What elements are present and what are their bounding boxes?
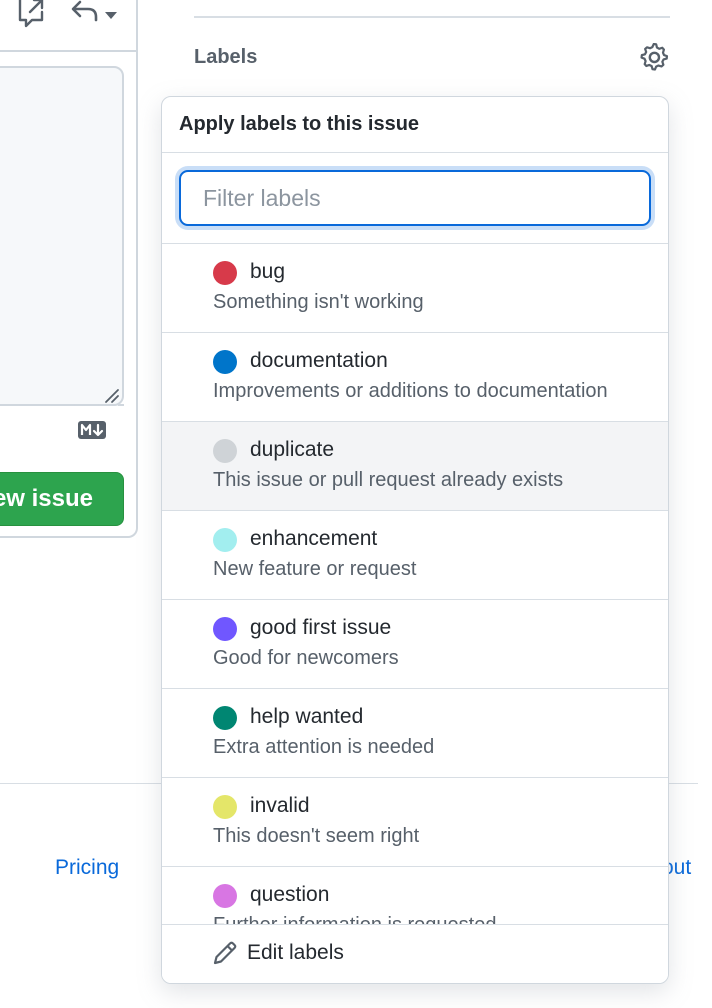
label-item[interactable]: duplicate This issue or pull request alre… bbox=[162, 422, 668, 511]
label-name: duplicate bbox=[250, 438, 335, 461]
dropdown-title: Apply labels to this issue bbox=[162, 97, 668, 153]
label-description: This doesn't seem right bbox=[213, 825, 420, 847]
label-item[interactable]: invalid This doesn't seem right bbox=[162, 778, 668, 867]
label-color-swatch bbox=[213, 350, 237, 374]
labels-dropdown: Apply labels to this issue bug Something … bbox=[161, 96, 669, 984]
label-color-swatch bbox=[213, 795, 237, 819]
label-description: New feature or request bbox=[213, 558, 417, 580]
label-item[interactable]: question Further information is requested bbox=[162, 867, 668, 925]
triangle-down-icon[interactable] bbox=[104, 8, 118, 26]
label-item[interactable]: documentation Improvements or additions t… bbox=[162, 333, 668, 422]
label-name: question bbox=[250, 883, 330, 906]
label-name: good first issue bbox=[250, 616, 392, 639]
label-description: Extra attention is needed bbox=[213, 736, 435, 758]
label-color-swatch bbox=[213, 528, 237, 552]
filter-wrapper bbox=[162, 153, 668, 244]
comment-textarea[interactable] bbox=[0, 66, 124, 406]
reply-icon[interactable] bbox=[70, 0, 100, 29]
page: ew issue Pricing out Labels Apply labels… bbox=[0, 0, 712, 1008]
link-external-icon[interactable] bbox=[16, 0, 46, 33]
pencil-icon bbox=[212, 940, 238, 971]
resize-grip-icon[interactable] bbox=[104, 388, 120, 409]
label-name: help wanted bbox=[250, 705, 364, 728]
label-description: Something isn't working bbox=[213, 291, 424, 313]
label-color-swatch bbox=[213, 261, 237, 285]
label-description: Good for newcomers bbox=[213, 647, 399, 669]
label-color-swatch bbox=[213, 884, 237, 908]
comment-card-header-divider bbox=[0, 50, 138, 52]
label-item[interactable]: bug Something isn't working bbox=[162, 244, 668, 333]
filter-labels-input[interactable] bbox=[179, 170, 651, 226]
label-name: documentation bbox=[250, 349, 388, 372]
label-name: enhancement bbox=[250, 527, 378, 550]
gear-icon[interactable] bbox=[640, 42, 670, 78]
markdown-icon[interactable] bbox=[78, 421, 106, 444]
label-color-swatch bbox=[213, 706, 237, 730]
submit-new-issue-button[interactable]: ew issue bbox=[0, 472, 124, 526]
label-item[interactable]: enhancement New feature or request bbox=[162, 511, 668, 600]
label-item[interactable]: help wanted Extra attention is needed bbox=[162, 689, 668, 778]
label-color-swatch bbox=[213, 617, 237, 641]
label-name: bug bbox=[250, 260, 286, 283]
edit-labels-text: Edit labels bbox=[247, 941, 344, 964]
label-name: invalid bbox=[250, 794, 310, 817]
label-list[interactable]: bug Something isn't working documentation I… bbox=[162, 244, 668, 925]
label-description: This issue or pull request already exist… bbox=[213, 469, 564, 491]
edit-labels-link[interactable]: Edit labels bbox=[162, 924, 668, 983]
footer-link-pricing[interactable]: Pricing bbox=[55, 856, 119, 880]
label-color-swatch bbox=[213, 439, 237, 463]
labels-heading[interactable]: Labels bbox=[194, 46, 257, 69]
label-item[interactable]: good first issue Good for newcomers bbox=[162, 600, 668, 689]
sidebar-divider bbox=[194, 16, 670, 18]
label-description: Improvements or additions to documentati… bbox=[213, 380, 608, 402]
